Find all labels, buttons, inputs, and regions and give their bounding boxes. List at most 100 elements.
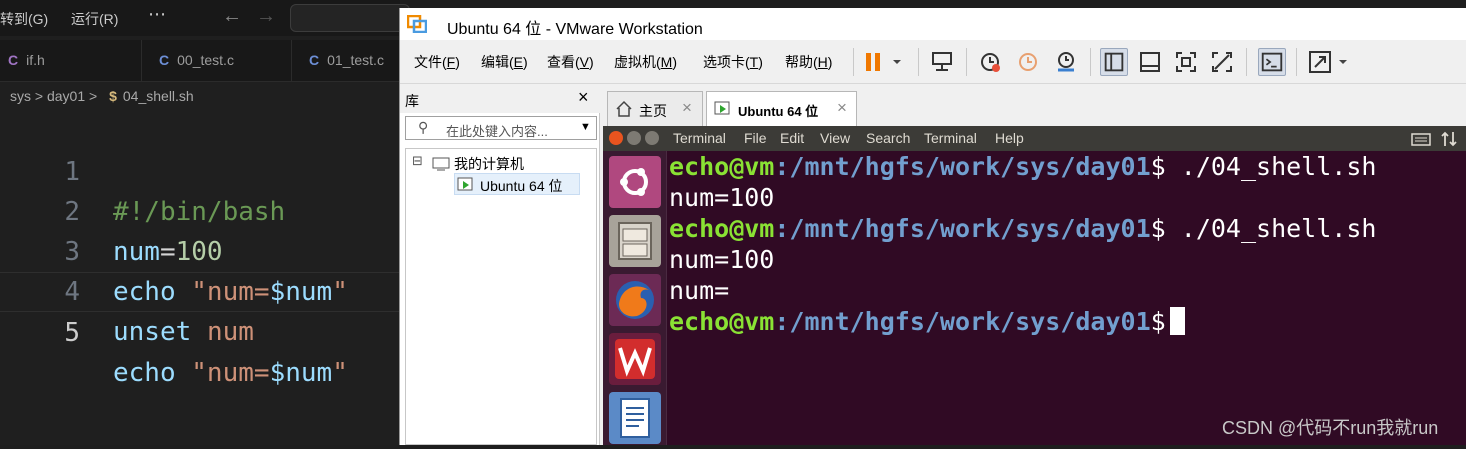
file-cabinet-icon [618,222,652,260]
chevron-down-icon[interactable] [890,48,904,76]
command-keyword: unset [113,317,192,347]
prompt-symbol: $ [1150,307,1166,336]
prompt-user: echo@vm [669,214,775,243]
line-number: 5 [64,318,80,348]
maximize-window-icon[interactable] [645,131,659,145]
ubuntu-logo-icon [620,168,648,196]
menu-accel: F [446,54,456,70]
show-library-icon[interactable] [1100,48,1128,76]
command-center-search[interactable] [290,4,410,32]
vm-tabs-bar: 主页 × Ubuntu 64 位 × [603,85,1466,127]
terminal-menu-help[interactable]: Help [995,130,1024,146]
window-title: Ubuntu 64 位 - VMware Workstation [447,21,703,38]
close-icon[interactable]: × [578,87,589,108]
pause-icon[interactable] [860,48,888,76]
menu-view[interactable]: 查看(V) [547,52,594,72]
terminal-menu-edit[interactable]: Edit [780,130,804,146]
prompt-user: echo@vm [669,152,775,181]
snapshot-icon[interactable] [976,48,1004,76]
code-line-current: 5 echo "num=$num" [0,272,400,388]
menu-help[interactable]: 帮助(H) [785,52,832,72]
menu-accel: M [660,54,673,70]
prompt-user: echo@vm [669,307,775,336]
chevron-down-icon[interactable] [1336,48,1350,76]
launcher-files[interactable] [609,215,661,267]
tree-collapse-icon[interactable]: ⊟ [412,153,423,169]
tab-if-h[interactable]: Cif.h [0,40,142,82]
vm-running-icon [457,177,473,191]
tab-label: if.h [26,52,45,68]
tab-00-test-c[interactable]: C 00_test.c [142,40,292,82]
prompt-symbol: $ [1150,214,1166,243]
breadcrumb-sys[interactable]: sys [10,88,31,104]
toolbar-separator [1296,48,1297,76]
keyboard-icon[interactable] [1411,130,1431,148]
launcher-dash[interactable] [609,156,661,208]
library-header: 库 × [400,85,600,113]
toolbar-separator [966,48,967,76]
terminal-output[interactable]: echo@vm:/mnt/hgfs/work/sys/day01$ ./04_s… [667,151,1466,445]
code-line: 4 unset num [0,232,400,347]
terminal-line: echo@vm:/mnt/hgfs/work/sys/day01$ ./04_s… [669,151,1376,182]
tree-item-my-computer[interactable]: 我的计算机 [454,154,524,174]
menu-run[interactable]: 运行(R) [71,9,118,29]
menu-accel: T [749,54,759,70]
tab-home[interactable]: 主页 × [607,91,703,126]
menu-text: ) [455,54,460,70]
terminal-menu-view[interactable]: View [820,130,850,146]
breadcrumb-file[interactable]: 04_shell.sh [123,88,194,104]
output-text: num=100 [669,183,775,212]
c-file-icon: C [8,52,19,68]
menu-text: 文件( [414,54,447,70]
menu-vm[interactable]: 虚拟机(M) [614,52,677,72]
tree-item-ubuntu-vm[interactable]: Ubuntu 64 位 [480,176,563,196]
forward-arrow-icon[interactable]: → [256,5,276,28]
launcher-writer[interactable] [609,392,661,444]
console-view-icon[interactable] [1258,48,1286,76]
menu-tabs[interactable]: 选项卡(T) [703,52,763,72]
output-text: num=100 [669,245,775,274]
close-icon[interactable]: × [682,98,692,118]
tab-ubuntu-vm[interactable]: Ubuntu 64 位 × [706,91,857,127]
more-menu-icon[interactable]: ⋯ [148,4,166,25]
full-screen-icon[interactable] [1172,48,1200,76]
unity-mode-icon[interactable] [1208,48,1236,76]
network-arrows-icon[interactable] [1439,130,1459,148]
minimize-window-icon[interactable] [627,131,641,145]
thumbnail-bar-icon[interactable] [1136,48,1164,76]
library-search-input[interactable]: ⚲ 在此处键入内容... ▼ [405,116,597,140]
back-arrow-icon[interactable]: ← [222,5,242,28]
breadcrumb-day01[interactable]: day01 [47,88,85,104]
vmware-menubar: 文件(F) 编辑(E) 查看(V) 虚拟机(M) 选项卡(T) 帮助(H) [400,40,1466,84]
terminal-menu-terminal[interactable]: Terminal [924,130,977,146]
app-title: Terminal [673,130,726,146]
stretch-guest-icon[interactable] [1306,48,1334,76]
terminal-menu-file[interactable]: File [744,130,767,146]
breadcrumb-separator: > [34,88,44,104]
terminal-line: num=100 [669,244,774,275]
code-line: 2 num=100 [0,152,400,267]
firefox-icon [616,281,654,319]
snapshot-manager-icon[interactable] [1052,48,1080,76]
menu-text: ) [523,54,528,70]
tab-label: 00_test.c [177,52,234,68]
title-bar[interactable]: Ubuntu 64 位 - VMware Workstation [400,8,1466,40]
menu-file[interactable]: 文件(F) [414,52,460,72]
terminal-menu-search[interactable]: Search [866,130,910,146]
menu-goto[interactable]: 转到(G) [0,9,48,29]
tab-01-test-c[interactable]: C 01_test.c [292,40,412,82]
chevron-down-icon[interactable]: ▼ [580,121,591,133]
close-icon[interactable]: × [837,98,847,118]
close-window-icon[interactable] [609,131,623,145]
launcher-firefox[interactable] [609,274,661,326]
ubuntu-guest-display[interactable]: Terminal File Edit View Search Terminal … [603,126,1466,445]
terminal-line: num=100 [669,182,774,213]
search-icon: ⚲ [418,119,429,135]
revert-snapshot-icon[interactable] [1014,48,1042,76]
toolbar-separator [918,48,919,76]
menu-edit[interactable]: 编辑(E) [481,52,528,72]
launcher-wps-office[interactable] [609,333,661,385]
tab-label: Ubuntu 64 位 [738,104,819,119]
argument: num [206,317,254,347]
send-ctrl-alt-del-icon[interactable] [928,48,956,76]
